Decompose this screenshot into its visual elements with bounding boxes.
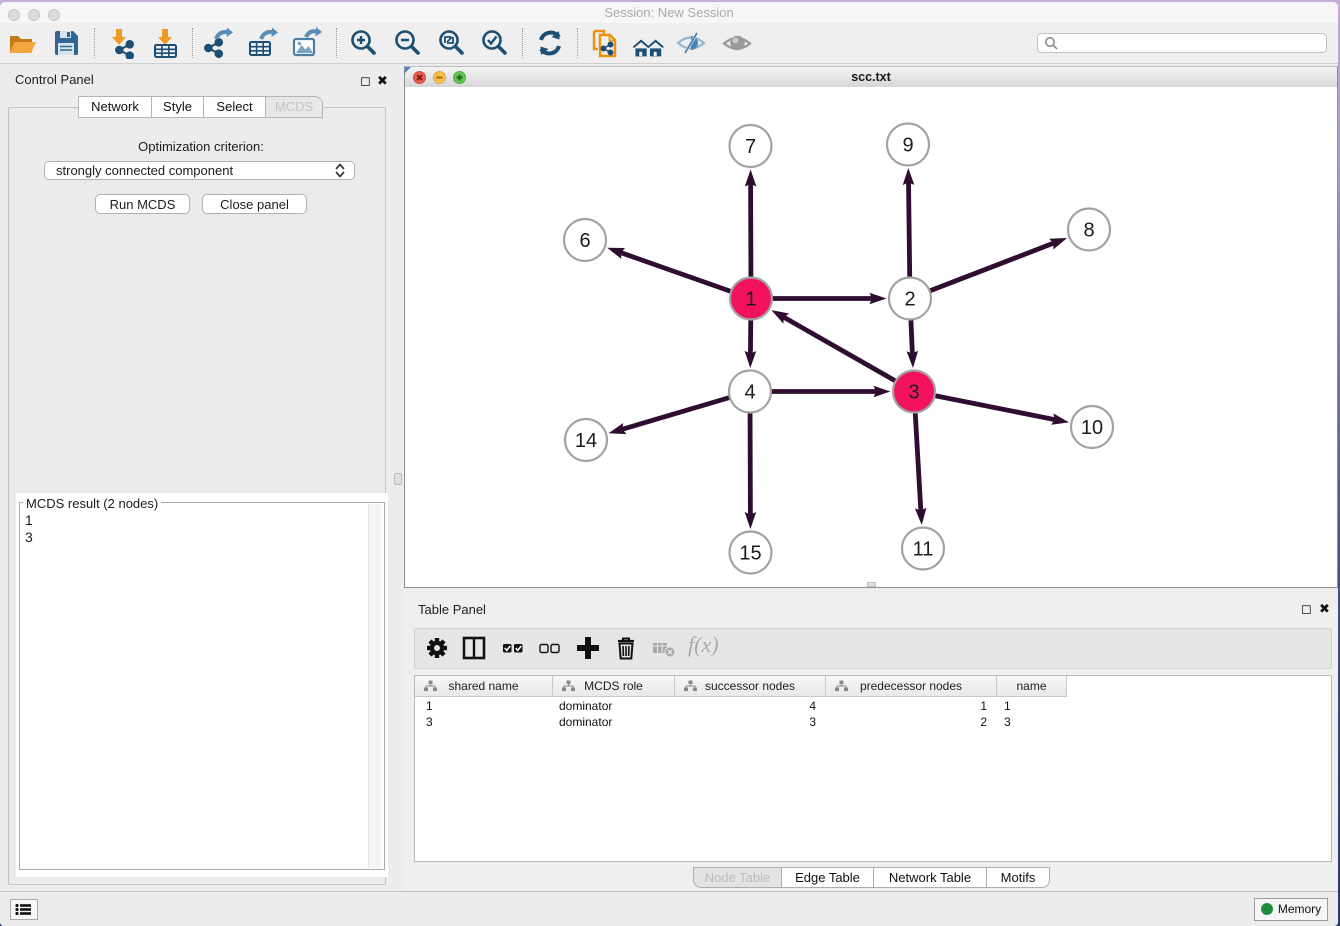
svg-text:15: 15: [739, 543, 761, 565]
svg-text:10: 10: [1081, 417, 1103, 439]
svg-text:3: 3: [908, 382, 919, 404]
svg-text:2: 2: [904, 289, 915, 311]
svg-text:14: 14: [575, 430, 597, 452]
svg-text:7: 7: [745, 136, 756, 158]
svg-text:1: 1: [745, 289, 756, 311]
svg-text:9: 9: [902, 135, 913, 157]
svg-text:8: 8: [1083, 220, 1094, 242]
svg-text:4: 4: [744, 382, 755, 404]
svg-text:6: 6: [579, 230, 590, 252]
svg-text:11: 11: [913, 539, 934, 561]
